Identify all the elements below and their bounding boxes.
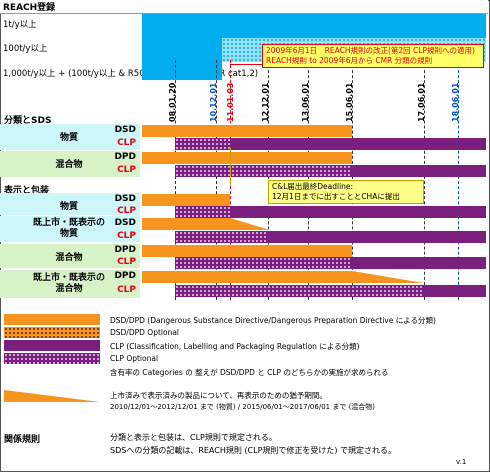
tonnage-row-1: 1t/y以上 bbox=[3, 20, 37, 30]
legend-text-purple: CLP (Classification, Labelling and Packa… bbox=[110, 342, 360, 351]
legend-swatch-purple bbox=[4, 340, 100, 351]
date-label-2: 10.12.01 bbox=[209, 82, 218, 122]
callout-mid-line-1: C&L届出最終Deadline: bbox=[272, 182, 354, 191]
transition-wedge-substance bbox=[230, 218, 270, 230]
code-clp-1: CLP bbox=[117, 138, 136, 148]
callout-mid-line-2: 12月1日までに出すこととCHAに提出 bbox=[272, 192, 400, 201]
date-label-5: 13.06.01 bbox=[301, 82, 310, 122]
bar-clp-substance-label bbox=[230, 206, 486, 218]
tonnage-bar-1 bbox=[142, 14, 486, 38]
related-line-2: SDSへの分類の記載は、REACH規則 (CLP規則で修正を受けた) で規定され… bbox=[110, 446, 397, 455]
date-label-7: 17.06.01 bbox=[417, 82, 426, 122]
footer-version: v.1 bbox=[456, 458, 467, 466]
code-clp-2: CLP bbox=[117, 165, 136, 175]
callout-connector-top-h bbox=[230, 64, 262, 65]
date-label-8: 18.06.01 bbox=[451, 82, 460, 122]
legend-text-grad-1: 上市済みで表示済みの製品について、再表示のための猶予期間。 bbox=[110, 391, 327, 400]
code-dpd-2: DPD bbox=[114, 245, 136, 255]
legend-swatch-gradient bbox=[4, 390, 100, 402]
callout-cl-deadline: C&L届出最終Deadline: 12月1日までに出すこととCHAに提出 bbox=[268, 180, 424, 204]
bar-clp-substance-label-opt bbox=[175, 206, 230, 218]
legend-text-orange: DSD/DPD (Dangerous Substance Directive/D… bbox=[110, 316, 436, 325]
transition-wedge-mixture bbox=[352, 271, 424, 283]
code-clp-6: CLP bbox=[117, 285, 136, 295]
bar-dsd-substance bbox=[142, 125, 352, 137]
tonnage-bar-3 bbox=[142, 62, 222, 80]
legend-text-orange-opt: DSD/DPD Optional bbox=[110, 328, 180, 337]
bar-clp-mixture-opt bbox=[175, 165, 352, 177]
bar-dpd-marketed-mixture bbox=[142, 271, 352, 283]
callout-connector-mid bbox=[230, 148, 231, 186]
bar-clp-marketed-substance-opt bbox=[175, 231, 268, 243]
bar-clp-marketed-mixture bbox=[424, 285, 486, 297]
header-title: REACH登録 bbox=[3, 3, 56, 13]
callout-connector-top bbox=[262, 56, 263, 64]
date-label-1: 08.01.20 bbox=[168, 82, 177, 122]
bar-dpd-mixture-label bbox=[142, 245, 352, 257]
bar-clp-marketed-mixture-opt bbox=[175, 285, 424, 297]
date-label-3: 11.01.03 bbox=[226, 82, 235, 122]
date-label-6: 15.06.01 bbox=[345, 82, 354, 122]
code-dsd-2: DSD bbox=[114, 194, 136, 204]
bar-clp-mixture-label-opt bbox=[175, 257, 352, 269]
code-dsd-1: DSD bbox=[114, 125, 136, 135]
section-related: 関係規則 bbox=[4, 435, 41, 445]
code-clp-4: CLP bbox=[117, 231, 136, 241]
legend-swatch-orange bbox=[4, 314, 100, 325]
bar-dsd-marketed-substance bbox=[142, 218, 230, 230]
callout-top-line-1: 2009年6月1日 REACH規則の改正(第2回 CLP規則への適用) bbox=[266, 46, 475, 55]
date-label-4: 12.12.01 bbox=[261, 82, 270, 122]
code-clp-5: CLP bbox=[117, 257, 136, 267]
bar-clp-mixture-label bbox=[352, 257, 486, 269]
code-dpd-1: DPD bbox=[114, 152, 136, 162]
callout-top-line-2: REACH規則 to 2009年6月から CMR 分類の規則 bbox=[266, 56, 433, 65]
callout-reach-amendment: 2009年6月1日 REACH規則の改正(第2回 CLP規則への適用) REAC… bbox=[262, 44, 484, 68]
bar-clp-marketed-substance bbox=[268, 231, 486, 243]
bar-clp-substance bbox=[230, 138, 486, 150]
code-dpd-3: DPD bbox=[114, 271, 136, 281]
bar-dsd-substance-label bbox=[142, 194, 230, 206]
bar-dpd-mixture bbox=[142, 152, 352, 164]
code-dsd-3: DSD bbox=[114, 218, 136, 228]
code-clp-3: CLP bbox=[117, 206, 136, 216]
header-bar: REACH登録 bbox=[0, 0, 488, 14]
legend-swatch-purple-opt bbox=[4, 353, 100, 364]
bar-clp-mixture bbox=[352, 165, 486, 177]
legend-text-grad-2: 2010/12/01～2012/12/01 まで (物質) / 2015/06/… bbox=[110, 403, 376, 411]
bar-clp-substance-opt bbox=[175, 138, 230, 150]
legend-swatch-orange-opt bbox=[4, 327, 100, 338]
tonnage-bar-2a bbox=[142, 38, 222, 62]
tonnage-row-2: 100t/y以上 bbox=[3, 44, 48, 54]
legend-text-purple-opt: CLP Optional bbox=[110, 354, 159, 363]
legend-text-both: 含有率の Categories の 整えが DSD/DPD と CLP のどちら… bbox=[110, 368, 389, 377]
related-line-1: 分類と表示と包装は、CLP規則で規定される。 bbox=[110, 433, 277, 442]
